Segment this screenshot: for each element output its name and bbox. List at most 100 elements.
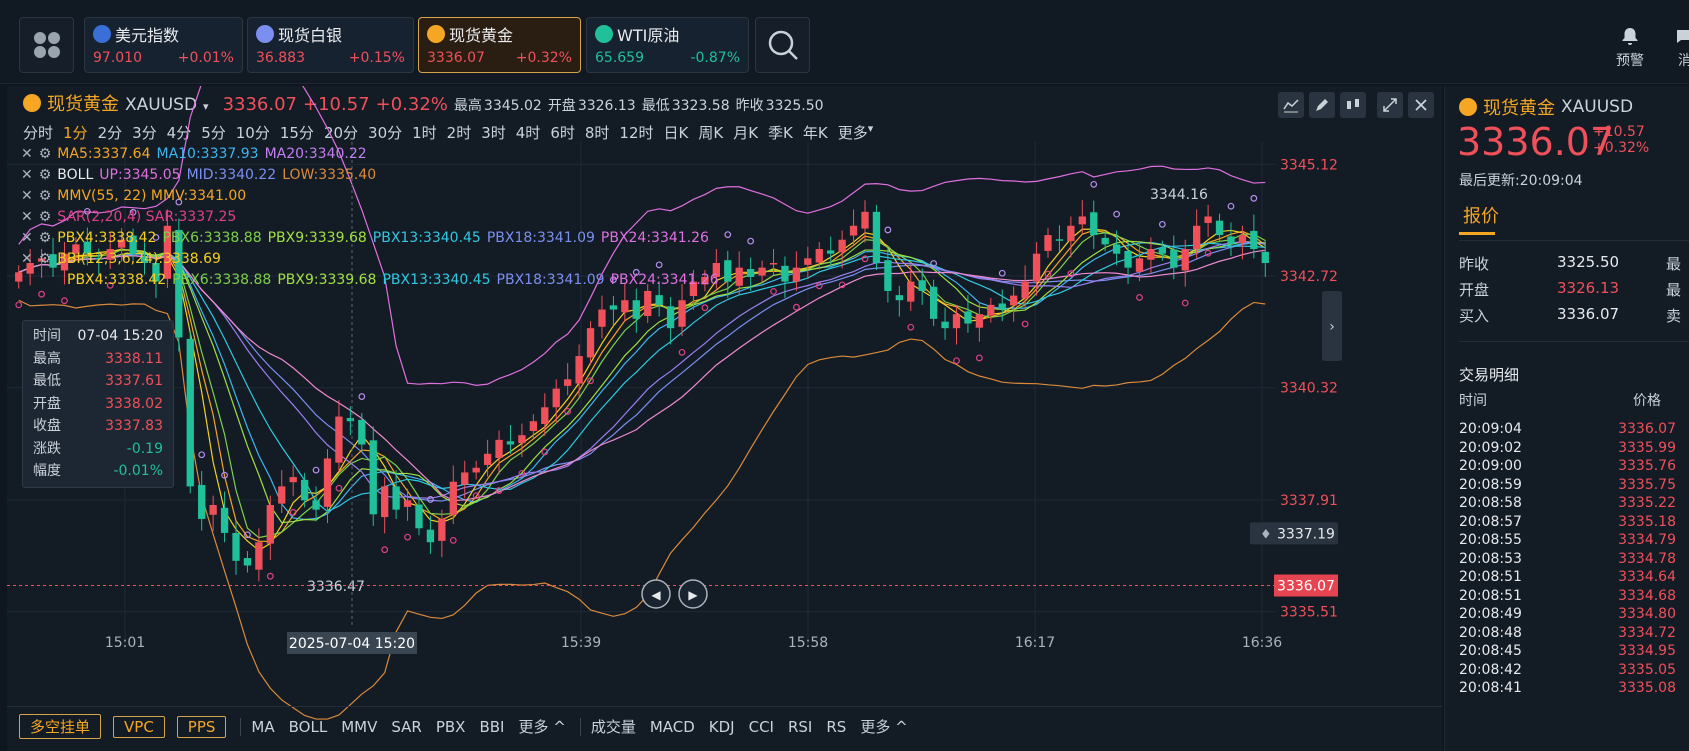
sar-dot <box>747 237 755 245</box>
trade-row: 20:08:59 3335.75 <box>1445 476 1689 495</box>
indicator-legend-value: PBX18:3341.09 <box>496 272 605 288</box>
remove-indicator-icon[interactable]: ✕ <box>21 146 33 162</box>
prev-bar-button[interactable]: ◀ <box>641 579 671 609</box>
ticker-2[interactable]: 现货黄金 3336.07 +0.32% <box>418 17 581 73</box>
ticker-name: WTI原油 <box>617 26 680 45</box>
main-indicator-3[interactable]: SAR <box>391 718 421 736</box>
tooltip-row: 涨跌 -0.19 <box>33 438 163 461</box>
x-tick-label: 15:39 <box>561 635 601 651</box>
settings-gear-icon[interactable]: ⚙ <box>39 188 52 204</box>
candle-body <box>918 280 926 291</box>
sub-indicator-4[interactable]: RSI <box>788 718 812 736</box>
indicator-legend-value: PBX6:3338.88 <box>172 272 272 288</box>
crosshair-time-label: 2025-07-04 15:20 <box>289 636 415 652</box>
quote-row: 开盘 3326.13 最 <box>1445 275 1689 301</box>
candle-body <box>929 286 938 319</box>
candle-body <box>849 225 858 236</box>
main-indicator-2[interactable]: MMV <box>341 718 377 736</box>
ticker-change: +0.15% <box>348 50 405 66</box>
remove-indicator-icon[interactable]: ✕ <box>21 209 33 225</box>
quote-row: 昨收 3325.50 最 <box>1445 249 1689 275</box>
trade-row: 20:09:04 3336.07 <box>1445 420 1689 439</box>
main-indicator-0[interactable]: MA <box>251 718 274 736</box>
trade-price: 3334.95 <box>1618 643 1676 659</box>
quote-key-2: 卖 <box>1666 307 1682 325</box>
trade-row: 20:08:51 3334.68 <box>1445 587 1689 606</box>
alert-button[interactable]: 预警 <box>1616 26 1644 70</box>
next-bar-button[interactable]: ▶ <box>678 579 708 609</box>
apps-button[interactable] <box>19 17 74 73</box>
x-tick-label: 15:01 <box>105 635 145 651</box>
search-button[interactable] <box>755 17 810 73</box>
settings-gear-icon[interactable]: ⚙ <box>39 167 52 183</box>
sub-indicator-6[interactable]: 更多 ^ <box>860 716 907 737</box>
message-button[interactable]: 消 <box>1675 26 1689 70</box>
remove-indicator-icon[interactable]: ✕ <box>21 251 33 267</box>
remove-indicator-icon[interactable]: ✕ <box>21 230 33 246</box>
sub-indicator-3[interactable]: CCI <box>749 718 774 736</box>
tooltip-key: 最低 <box>33 373 61 389</box>
trade-row: 20:08:49 3334.80 <box>1445 605 1689 624</box>
candlestick-chart[interactable]: 3345.12 3342.72 3340.32 3337.91 3335.51 15:01… <box>7 86 1442 751</box>
candle-body <box>552 388 560 408</box>
candle-body <box>827 250 835 254</box>
chart-panel: 现货黄金 XAUUSD ▾ 3336.07 +10.57 +0.32% 最高 3… <box>7 86 1442 751</box>
ticker-name-row: 美元指数 <box>93 22 234 46</box>
indicator-legend-row: ✕ ⚙ MMV(55, 22) MMV:3341.00 <box>21 188 246 204</box>
tooltip-value: 07-04 15:20 <box>77 328 163 344</box>
sar-dot <box>953 357 960 365</box>
ticker-flag-icon <box>427 25 445 43</box>
remove-indicator-icon[interactable]: ✕ <box>21 188 33 204</box>
overlay-toggle-1[interactable]: VPC <box>113 715 165 738</box>
remove-indicator-icon[interactable]: ✕ <box>21 167 33 183</box>
y-tick-label: 3342.72 <box>1280 269 1338 285</box>
sar-dot <box>884 226 892 234</box>
tab-quote[interactable]: 报价 <box>1463 202 1499 228</box>
candle-body <box>335 416 343 463</box>
sar-dot <box>312 466 320 474</box>
sub-indicator-1[interactable]: MACD <box>650 718 695 736</box>
trade-price: 3334.64 <box>1618 569 1676 585</box>
candle-body <box>941 321 949 329</box>
sar-dot <box>449 536 457 544</box>
ticker-3[interactable]: WTI原油 65.659 -0.87% <box>586 17 749 73</box>
settings-gear-icon[interactable]: ⚙ <box>39 209 52 225</box>
trades-title: 交易明细 <box>1459 366 1520 384</box>
settings-gear-icon[interactable]: ⚙ <box>39 230 52 246</box>
candle-body <box>975 314 984 328</box>
ticker-0[interactable]: 美元指数 97.010 +0.01% <box>84 17 243 73</box>
quote-key: 买入 <box>1459 307 1490 325</box>
trade-row: 20:08:55 3334.79 <box>1445 531 1689 550</box>
overlay-toggle-2[interactable]: PPS <box>176 715 227 738</box>
sub-indicator-2[interactable]: KDJ <box>709 718 735 736</box>
alert-label: 预警 <box>1616 53 1644 69</box>
y-tick-label: 3340.32 <box>1280 381 1338 397</box>
quote-divider <box>1459 341 1689 342</box>
tooltip-key: 开盘 <box>33 395 61 412</box>
settings-gear-icon[interactable]: ⚙ <box>39 146 52 162</box>
sub-indicator-0[interactable]: 成交量 <box>591 716 636 737</box>
divider <box>579 717 581 736</box>
candle-body <box>472 467 480 473</box>
main-indicator-6[interactable]: 更多 ^ <box>518 716 565 737</box>
trade-time: 20:08:48 <box>1459 624 1522 641</box>
overlay-toggle-0[interactable]: 多空挂单 <box>19 714 102 739</box>
alert-price-label: 3337.19 <box>1277 526 1335 542</box>
ticker-1[interactable]: 现货白银 36.883 +0.15% <box>247 17 414 73</box>
main-indicator-1[interactable]: BOLL <box>289 718 328 736</box>
ticker-name: 现货白银 <box>278 26 343 45</box>
candle-body <box>449 481 457 515</box>
x-tick-label: 15:58 <box>788 635 828 651</box>
quote-instrument-symbol: XAUUSD <box>1561 97 1634 117</box>
next-bar-button-icon: ▶ <box>688 588 698 602</box>
settings-gear-icon[interactable]: ⚙ <box>39 251 52 267</box>
sar-dot <box>678 348 686 356</box>
main-indicator-5[interactable]: BBI <box>479 718 504 736</box>
candle-body <box>884 260 892 291</box>
candle-body <box>586 328 595 358</box>
tooltip-value: -0.19 <box>126 440 163 457</box>
trade-row: 20:08:48 3334.72 <box>1445 624 1689 643</box>
sub-indicator-5[interactable]: RS <box>826 718 846 736</box>
main-indicator-4[interactable]: PBX <box>436 718 466 736</box>
candle-body <box>346 417 355 422</box>
